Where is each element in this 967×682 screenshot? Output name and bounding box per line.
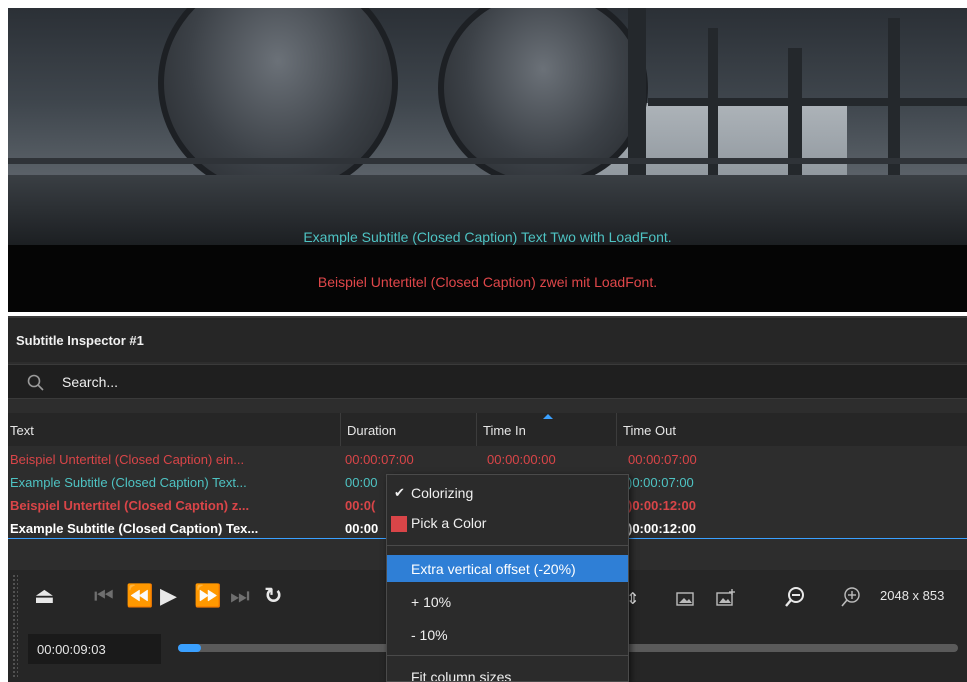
menu-item-label: + 10% bbox=[411, 594, 452, 610]
menu-item-minus-10[interactable]: - 10% bbox=[387, 621, 628, 648]
cell-text: Beispiel Untertitel (Closed Caption) ein… bbox=[10, 452, 245, 467]
resolution-label: 2048 x 853 bbox=[880, 588, 945, 603]
cell-time-out: 00:00:07:00 bbox=[628, 452, 697, 467]
fast-forward-icon[interactable]: ⏩ bbox=[194, 585, 221, 607]
menu-item-colorizing[interactable]: ✔ Colorizing bbox=[387, 479, 628, 506]
timecode-display[interactable]: 00:00:09:03 bbox=[28, 634, 161, 664]
image-icon[interactable] bbox=[676, 592, 694, 606]
search-bar[interactable]: Search... bbox=[8, 364, 967, 399]
menu-item-plus-10[interactable]: + 10% bbox=[387, 588, 628, 615]
table-row[interactable]: Beispiel Untertitel (Closed Caption) ein… bbox=[8, 447, 967, 470]
cell-text: Beispiel Untertitel (Closed Caption) z..… bbox=[10, 498, 250, 513]
subtitle-line-2: Beispiel Untertitel (Closed Caption) zwe… bbox=[317, 274, 658, 290]
video-preview bbox=[8, 8, 967, 245]
cell-time-out: )0:00:07:00 bbox=[628, 475, 694, 490]
table-header: Text Duration Time In Time Out bbox=[8, 413, 967, 446]
add-image-icon[interactable] bbox=[716, 589, 736, 606]
color-swatch-icon bbox=[391, 516, 407, 532]
eject-icon[interactable]: ⏏ bbox=[34, 585, 55, 607]
skip-to-end-icon[interactable]: ⏭ bbox=[230, 585, 250, 607]
subtitle-line-1: Example Subtitle (Closed Caption) Text T… bbox=[303, 229, 672, 245]
cell-time-out: )0:00:12:00 bbox=[628, 521, 696, 536]
checkmark-icon: ✔ bbox=[394, 485, 405, 500]
panel-title: Subtitle Inspector #1 bbox=[8, 316, 967, 362]
search-icon bbox=[27, 374, 44, 391]
drag-handle[interactable] bbox=[12, 574, 18, 678]
loop-icon[interactable]: ↻ bbox=[264, 585, 282, 607]
menu-separator bbox=[387, 545, 628, 546]
zoom-in-icon[interactable] bbox=[840, 586, 862, 608]
cell-duration: 00:00:07:00 bbox=[345, 452, 414, 467]
context-menu: ✔ Colorizing Pick a Color Extra vertical… bbox=[386, 474, 629, 682]
cell-text: Example Subtitle (Closed Caption) Tex... bbox=[10, 521, 259, 536]
menu-item-pick-color[interactable]: Pick a Color bbox=[387, 509, 628, 536]
skip-to-start-icon[interactable]: ⏮ bbox=[94, 585, 114, 607]
column-header-time-out[interactable]: Time Out bbox=[617, 413, 967, 446]
rewind-icon[interactable]: ⏪ bbox=[126, 585, 153, 607]
timeline-progress bbox=[178, 644, 202, 652]
menu-separator bbox=[387, 655, 628, 656]
menu-item-fit-column-sizes[interactable]: Fit column sizes bbox=[387, 663, 628, 682]
column-header-time-in-label: Time In bbox=[483, 423, 526, 438]
column-header-duration[interactable]: Duration bbox=[341, 413, 477, 446]
menu-item-label: - 10% bbox=[411, 627, 448, 643]
zoom-out-icon[interactable] bbox=[784, 586, 806, 608]
menu-item-label: Pick a Color bbox=[411, 515, 487, 531]
menu-item-label: Fit column sizes bbox=[411, 669, 512, 682]
search-input[interactable]: Search... bbox=[62, 374, 118, 390]
column-header-time-in[interactable]: Time In bbox=[477, 413, 617, 446]
cell-text: Example Subtitle (Closed Caption) Text..… bbox=[10, 475, 247, 490]
column-header-text[interactable]: Text bbox=[8, 413, 341, 446]
cell-time-out: )0:00:12:00 bbox=[628, 498, 696, 513]
cell-time-in: 00:00:00:00 bbox=[487, 452, 556, 467]
sort-ascending-icon bbox=[543, 414, 553, 419]
menu-item-extra-vertical-offset[interactable]: Extra vertical offset (-20%) bbox=[387, 555, 628, 582]
play-icon[interactable]: ▶ bbox=[160, 585, 177, 607]
menu-item-label: Extra vertical offset (-20%) bbox=[411, 561, 576, 577]
menu-item-label: Colorizing bbox=[411, 485, 474, 501]
